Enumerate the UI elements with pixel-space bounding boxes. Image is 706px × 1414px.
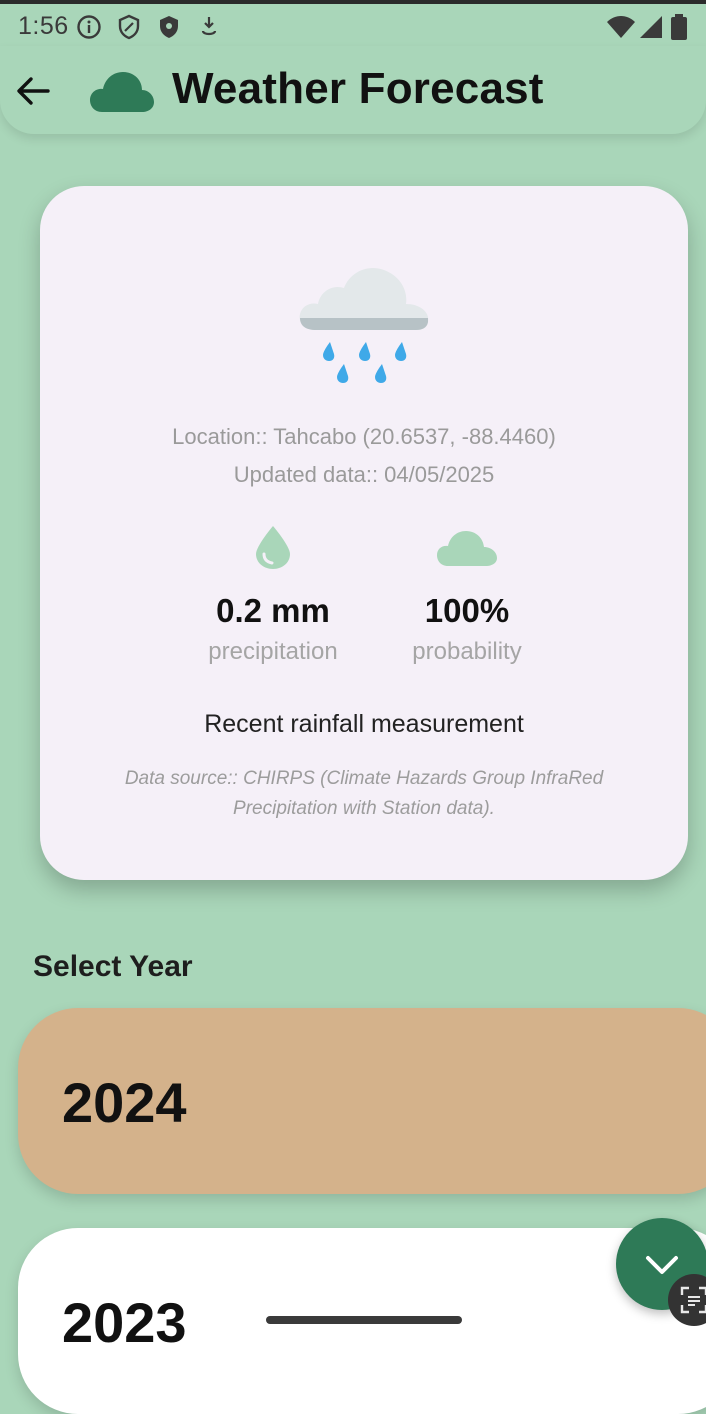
shield-outline-icon — [118, 14, 140, 40]
status-time: 1:56 — [18, 12, 69, 40]
select-year-heading: Select Year — [33, 950, 193, 983]
status-bar: 1:56 — [0, 4, 706, 46]
arrow-left-icon[interactable] — [12, 70, 54, 112]
precipitation-value: 0.2 mm — [216, 592, 330, 629]
gesture-handle[interactable] — [266, 1316, 462, 1324]
caption-text: Recent rainfall measurement — [204, 710, 524, 738]
updated-date-text: Updated data:: 04/05/2025 — [233, 462, 495, 487]
weather-card: Location:: Tahcabo (20.6537, -88.4460) U… — [40, 186, 688, 880]
droplet-icon — [256, 526, 290, 569]
chevron-down-icon — [646, 1256, 678, 1274]
info-icon — [77, 15, 101, 39]
wifi-icon — [607, 16, 635, 38]
data-source-text: Data source:: CHIRPS (Climate Hazards Gr… — [124, 768, 604, 819]
year-label: 2023 — [62, 1291, 187, 1354]
year-card-2024[interactable]: 2024 — [18, 1008, 706, 1194]
location-text: Location:: Tahcabo (20.6537, -88.4460) — [172, 424, 556, 449]
probability-value: 100% — [424, 592, 510, 629]
cloud-icon — [90, 72, 154, 112]
year-label: 2024 — [62, 1071, 187, 1134]
cloud-icon — [437, 531, 497, 566]
cloud-rain-icon — [299, 268, 429, 383]
page-title: Weather Forecast — [172, 64, 544, 113]
precipitation-label: precipitation — [208, 638, 338, 665]
download-icon — [201, 17, 217, 36]
precipitation-stat: 0.2 mm precipitation — [178, 524, 368, 666]
probability-stat: 100% probability — [372, 524, 562, 666]
shield-filled-icon — [160, 16, 178, 38]
scan-icon — [680, 1286, 706, 1314]
battery-icon — [671, 14, 687, 40]
app-bar: Weather Forecast — [0, 46, 706, 134]
probability-label: probability — [412, 638, 522, 665]
signal-icon — [640, 16, 662, 38]
